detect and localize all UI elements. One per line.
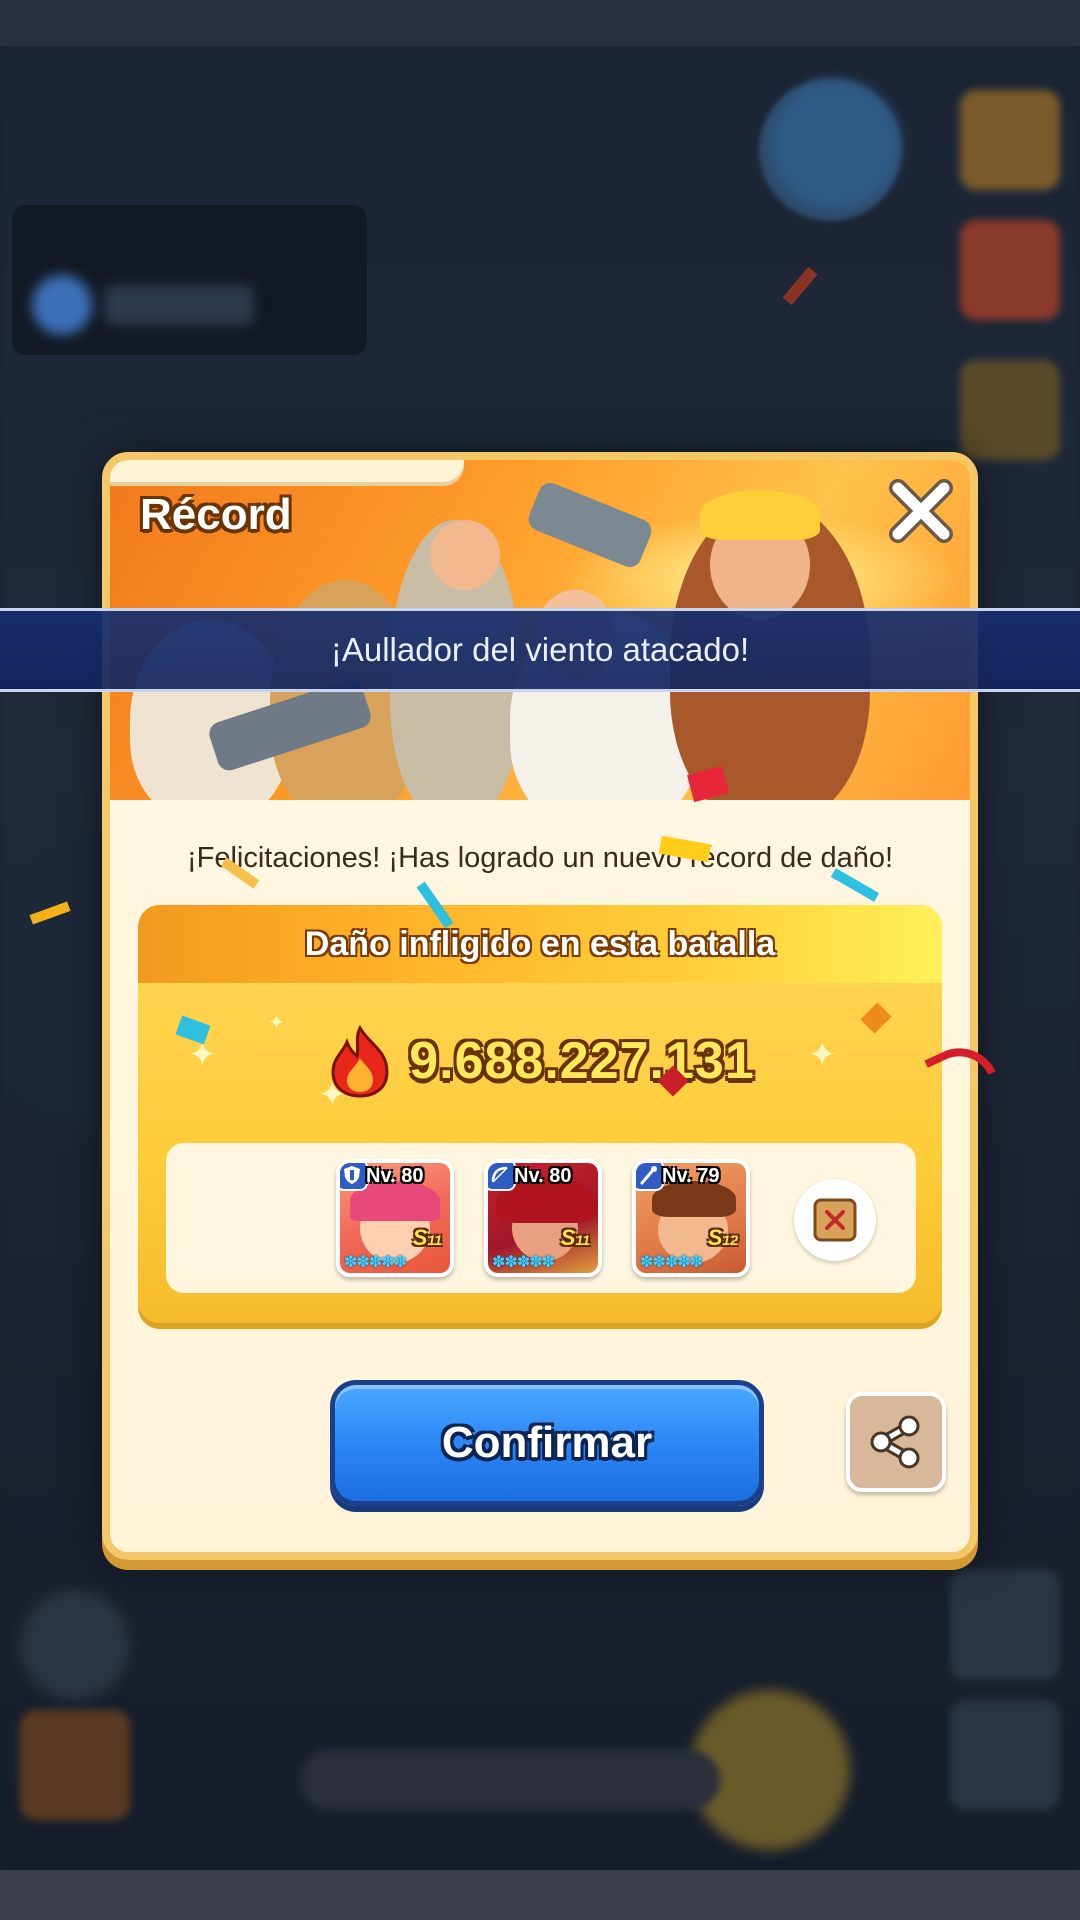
background-quest-panel [12,205,367,355]
attack-notification-text: ¡Aullador del viento atacado! [330,631,750,668]
staff-icon [636,1163,664,1191]
hero-card[interactable]: Nv. 80 S11 ✽✽✽✽✽ [336,1159,454,1277]
confirm-button[interactable]: Confirmar [330,1380,764,1506]
star-icon: ✽✽✽✽✽ [640,1252,703,1271]
status-bar [0,0,1080,46]
hero-rank: S12 [707,1225,738,1250]
background-shop-icon [960,360,1060,460]
background-menu-button [950,1570,1060,1680]
navigation-bar [0,1870,1080,1920]
shield-icon [340,1163,368,1191]
damage-panel: Daño infligido en esta batalla ✦ ✦ ✦ ✦ 9… [138,905,942,1323]
close-icon [889,479,953,543]
battle-log-button[interactable] [794,1179,876,1261]
background-bottom-bar-left [300,1750,720,1810]
team-panel: Nv. 80 S11 ✽✽✽✽✽ Nv. 80 S11 ✽✽✽✽✽ Nv. 79… [166,1143,916,1293]
scroll-icon [813,1198,857,1242]
close-button[interactable] [886,476,956,546]
hero-level: Nv. 80 [366,1165,424,1187]
star-icon: ✽✽✽✽✽ [492,1252,555,1271]
attack-notification-banner: ¡Aullador del viento atacado! [0,608,1080,692]
background-map-button [20,1590,130,1700]
hero-level: Nv. 80 [514,1165,572,1187]
background-avatar [770,80,900,210]
snow-trim [110,460,464,482]
dialog-title: Récord [140,490,292,539]
hero-level: Nv. 79 [662,1165,720,1187]
background-event-icon [960,90,1060,190]
share-icon [870,1415,920,1469]
damage-header: Daño infligido en esta batalla [138,905,942,983]
damage-value-row: 9.688.227.131 [138,1021,942,1101]
fire-icon [331,1024,389,1098]
star-icon: ✽✽✽✽✽ [344,1252,407,1271]
background-settings-button [950,1700,1060,1810]
background-chest-icon [20,1710,130,1820]
hero-rank: S11 [412,1225,442,1250]
share-button[interactable] [846,1392,946,1492]
bow-icon [488,1163,516,1191]
confirm-label: Confirmar [441,1418,653,1467]
damage-label: Daño infligido en esta batalla [304,924,776,963]
hero-card[interactable]: Nv. 80 S11 ✽✽✽✽✽ [484,1159,602,1277]
hero-rank: S11 [560,1225,590,1250]
background-gift-icon [960,220,1060,320]
damage-value: 9.688.227.131 [409,1032,755,1090]
hero-card[interactable]: Nv. 79 S12 ✽✽✽✽✽ [632,1159,750,1277]
